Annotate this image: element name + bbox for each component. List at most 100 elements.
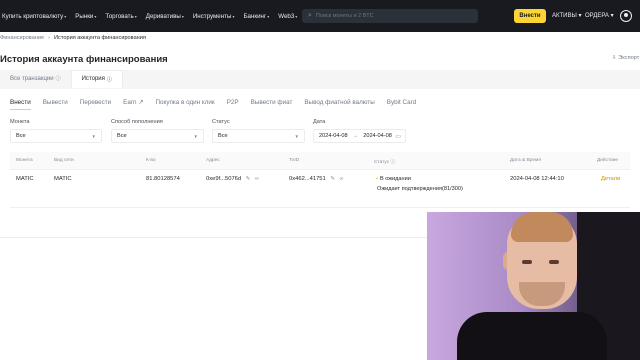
nav-item-label: Деривативы	[145, 12, 181, 20]
tab-label: Все транзакции	[10, 75, 54, 82]
calendar-icon: ▭	[395, 133, 401, 140]
page-title: История аккаунта финансирования	[0, 54, 168, 65]
details-link[interactable]: Детали	[601, 176, 620, 182]
chevron-down-icon: ▾	[94, 13, 97, 19]
search-icon: ⌕	[308, 12, 312, 19]
deposit-button[interactable]: Внести	[514, 9, 546, 23]
filter-status-select[interactable]: Все ▼	[212, 129, 305, 143]
select-value: Все	[117, 133, 127, 139]
chevron-down-icon: ▾	[295, 13, 298, 19]
breadcrumb-parent[interactable]: Финансирование	[0, 35, 44, 41]
edit-icon[interactable]: ✎	[246, 176, 251, 182]
cell-chain: MATIC	[54, 176, 72, 182]
nav-item-banking[interactable]: Банкинг ▾	[243, 13, 269, 20]
export-label: Экспорт	[618, 55, 640, 61]
chevron-down-icon: ▾	[232, 13, 235, 19]
date-from[interactable]: 2024-04-08	[319, 133, 348, 139]
subtab-withdraw-fiat[interactable]: Вывести фиат	[251, 99, 293, 110]
tab-label: История	[81, 76, 105, 82]
col-chain: Вид сети	[54, 158, 74, 163]
breadcrumb: Финансирование › История аккаунта финанс…	[0, 35, 146, 41]
user-icon[interactable]	[620, 10, 632, 22]
link-icon[interactable]: ∞	[255, 176, 259, 182]
chevron-down-icon: ▾	[181, 13, 184, 19]
nav-item-tools[interactable]: Инструменты ▾	[193, 13, 235, 20]
select-value: Все	[16, 133, 26, 139]
chevron-down-icon: ▼	[294, 133, 299, 139]
subtab-one-click-buy[interactable]: Покупка в один клик	[155, 99, 214, 110]
status-dot-icon: •	[376, 176, 378, 182]
status-detail: Ожидает подтверждения(81/300)	[377, 186, 463, 192]
nav-item-label: Купить криптовалюту	[2, 12, 64, 20]
search-input[interactable]	[315, 13, 466, 19]
cell-address: 0xe9f...5076d ✎ ∞	[206, 176, 259, 182]
nav-item-derivatives[interactable]: Деривативы ▾	[146, 13, 184, 20]
nav-item-label: Инструменты	[192, 12, 232, 20]
col-coin: Монета	[16, 158, 33, 163]
txid-value: 0x462...41751	[289, 176, 326, 182]
col-datetime: Дата & Время	[510, 158, 541, 163]
chevron-down-icon: ▼	[91, 133, 96, 139]
webcam-person-eye	[522, 260, 532, 264]
col-status: Статус ⓘ	[374, 160, 396, 165]
chevron-down-icon: ▾	[267, 13, 270, 19]
nav-item-label: Торговать	[105, 12, 134, 20]
tab-all-transactions[interactable]: Все транзакции ⓘ	[0, 70, 71, 88]
webcam-person-eye	[549, 260, 559, 264]
nav-item-markets[interactable]: Рынки ▾	[75, 13, 96, 20]
nav-item-web3[interactable]: Web3 ▾	[278, 13, 297, 20]
col-amount: К-во	[146, 158, 156, 163]
cell-status: • В ожидании	[376, 176, 411, 182]
nav-item-buy-crypto[interactable]: Купить криптовалюту ▾	[2, 13, 66, 20]
main-tabs: Все транзакции ⓘ История ⓘ	[0, 70, 123, 88]
subtab-withdraw[interactable]: Вывести	[43, 99, 68, 110]
assets-menu[interactable]: АКТИВЫ ▾	[552, 12, 581, 19]
webcam-overlay	[427, 212, 640, 360]
status-value: В ожидании	[379, 176, 411, 182]
chevron-down-icon: ▼	[193, 133, 198, 139]
sub-tabs: Внести Вывести Перевести Earn ↗ Покупка …	[10, 99, 428, 110]
link-icon[interactable]: ∞	[340, 176, 344, 182]
cell-coin: MATIC	[16, 176, 34, 182]
search-box[interactable]: ⌕	[302, 9, 478, 23]
info-icon: ⓘ	[106, 76, 112, 83]
orders-menu[interactable]: ОРДЕРА ▾	[585, 12, 614, 19]
breadcrumb-separator: ›	[48, 35, 51, 41]
nav-item-label: Web3	[278, 12, 295, 20]
subtab-earn[interactable]: Earn ↗	[123, 99, 143, 110]
breadcrumb-current: История аккаунта финансирования	[54, 35, 146, 41]
col-txid: TxID	[289, 158, 300, 163]
filter-method-label: Способ пополнения	[111, 119, 163, 125]
chevron-down-icon: ▾	[64, 13, 67, 19]
col-action: Действие	[597, 158, 619, 163]
filter-status-label: Статус	[212, 119, 230, 125]
filter-coin-label: Монета	[10, 119, 30, 125]
subtab-p2p[interactable]: P2P	[227, 99, 239, 110]
chevron-down-icon: ▾	[134, 13, 137, 19]
select-value: Все	[218, 133, 228, 139]
filter-coin-select[interactable]: Все ▼	[10, 129, 102, 143]
date-range-picker[interactable]: 2024-04-08 → 2024-04-08 ▭	[313, 129, 406, 143]
export-button[interactable]: ⇩ Экспорт	[612, 55, 639, 61]
edit-icon[interactable]: ✎	[330, 176, 335, 182]
date-to[interactable]: 2024-04-08	[363, 133, 392, 139]
arrow-right-icon: →	[352, 133, 359, 139]
nav-item-trade[interactable]: Торговать ▾	[105, 13, 136, 20]
filter-method-select[interactable]: Все ▼	[111, 129, 204, 143]
history-table: Монета Вид сети К-во Адрес TxID Статус ⓘ…	[10, 152, 630, 208]
subtab-fiat-withdrawal[interactable]: Вывод фиатной валюты	[304, 99, 374, 110]
table-row: MATIC MATIC 81.80128574 0xe9f...5076d ✎ …	[10, 170, 630, 208]
cell-datetime: 2024-04-08 12:44:10	[510, 176, 564, 182]
table-header: Монета Вид сети К-во Адрес TxID Статус ⓘ…	[10, 152, 630, 170]
col-address: Адрес	[206, 158, 220, 163]
info-icon: ⓘ	[55, 76, 61, 82]
webcam-person-hair	[511, 212, 573, 242]
nav-menu: Купить криптовалюту ▾ Рынки ▾ Торговать ▾ Д…	[0, 13, 306, 20]
tab-history[interactable]: История ⓘ	[70, 70, 123, 88]
subtab-deposit[interactable]: Внести	[10, 99, 31, 110]
top-navbar: Купить криптовалюту ▾ Рынки ▾ Торговать ▾ Д…	[0, 0, 640, 32]
cell-txid: 0x462...41751 ✎ ∞	[289, 176, 344, 182]
subtab-transfer[interactable]: Перевести	[80, 99, 111, 110]
address-value: 0xe9f...5076d	[206, 176, 242, 182]
subtab-bybit-card[interactable]: Bybit Card	[387, 99, 416, 110]
